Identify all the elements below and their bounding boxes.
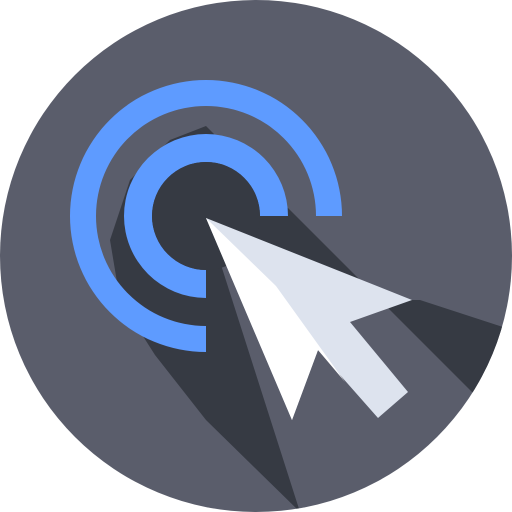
click-cursor-icon <box>0 0 512 512</box>
click-cursor-icon-canvas <box>0 0 512 512</box>
